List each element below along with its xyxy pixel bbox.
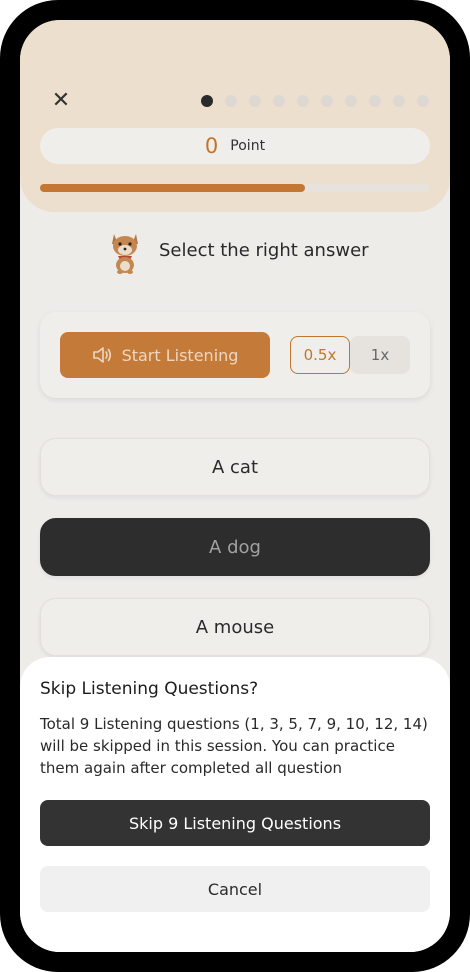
phone-frame: ✕ 0 Point Select the right answer Start … xyxy=(0,0,470,972)
dialog-body: Total 9 Listening questions (1, 3, 5, 7,… xyxy=(40,715,428,777)
cancel-button[interactable]: Cancel xyxy=(40,866,430,912)
skip-listening-button[interactable]: Skip 9 Listening Questions xyxy=(40,800,430,846)
dialog-title: Skip Listening Questions? xyxy=(40,679,259,699)
app-screen: ✕ 0 Point Select the right answer Start … xyxy=(20,20,450,952)
skip-listening-dialog: Skip Listening Questions? Total 9 Listen… xyxy=(20,657,450,952)
